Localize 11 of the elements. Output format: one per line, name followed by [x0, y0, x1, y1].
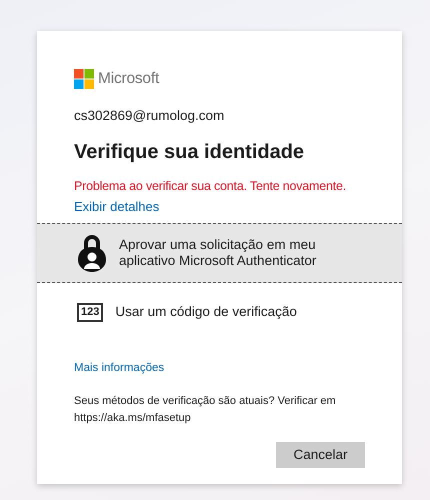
brand-name: Microsoft — [98, 69, 160, 89]
page-title: Verifique sua identidade — [74, 140, 306, 164]
code-icon: 123 — [77, 302, 104, 322]
account-email: cs302869@rumolog.com — [74, 107, 226, 126]
sign-in-option[interactable]: Aprovar uma solicitação em meu aplicativo Microsoft Authenticator — [37, 223, 402, 284]
cancel-button[interactable]: Cancelar — [276, 442, 365, 468]
error-message: Problema ao verificar sua conta. Tente novamente. — [74, 178, 348, 194]
details-link[interactable]: Exibir detalhes — [74, 197, 160, 217]
info-text: Seus métodos de verificação são atuais? Verificar em https://aka.ms/mfasetup — [74, 394, 337, 426]
more-info-link[interactable]: Mais informações — [74, 360, 164, 378]
sign-in-option[interactable]: 123 Usar um código de verificação — [37, 283, 402, 342]
